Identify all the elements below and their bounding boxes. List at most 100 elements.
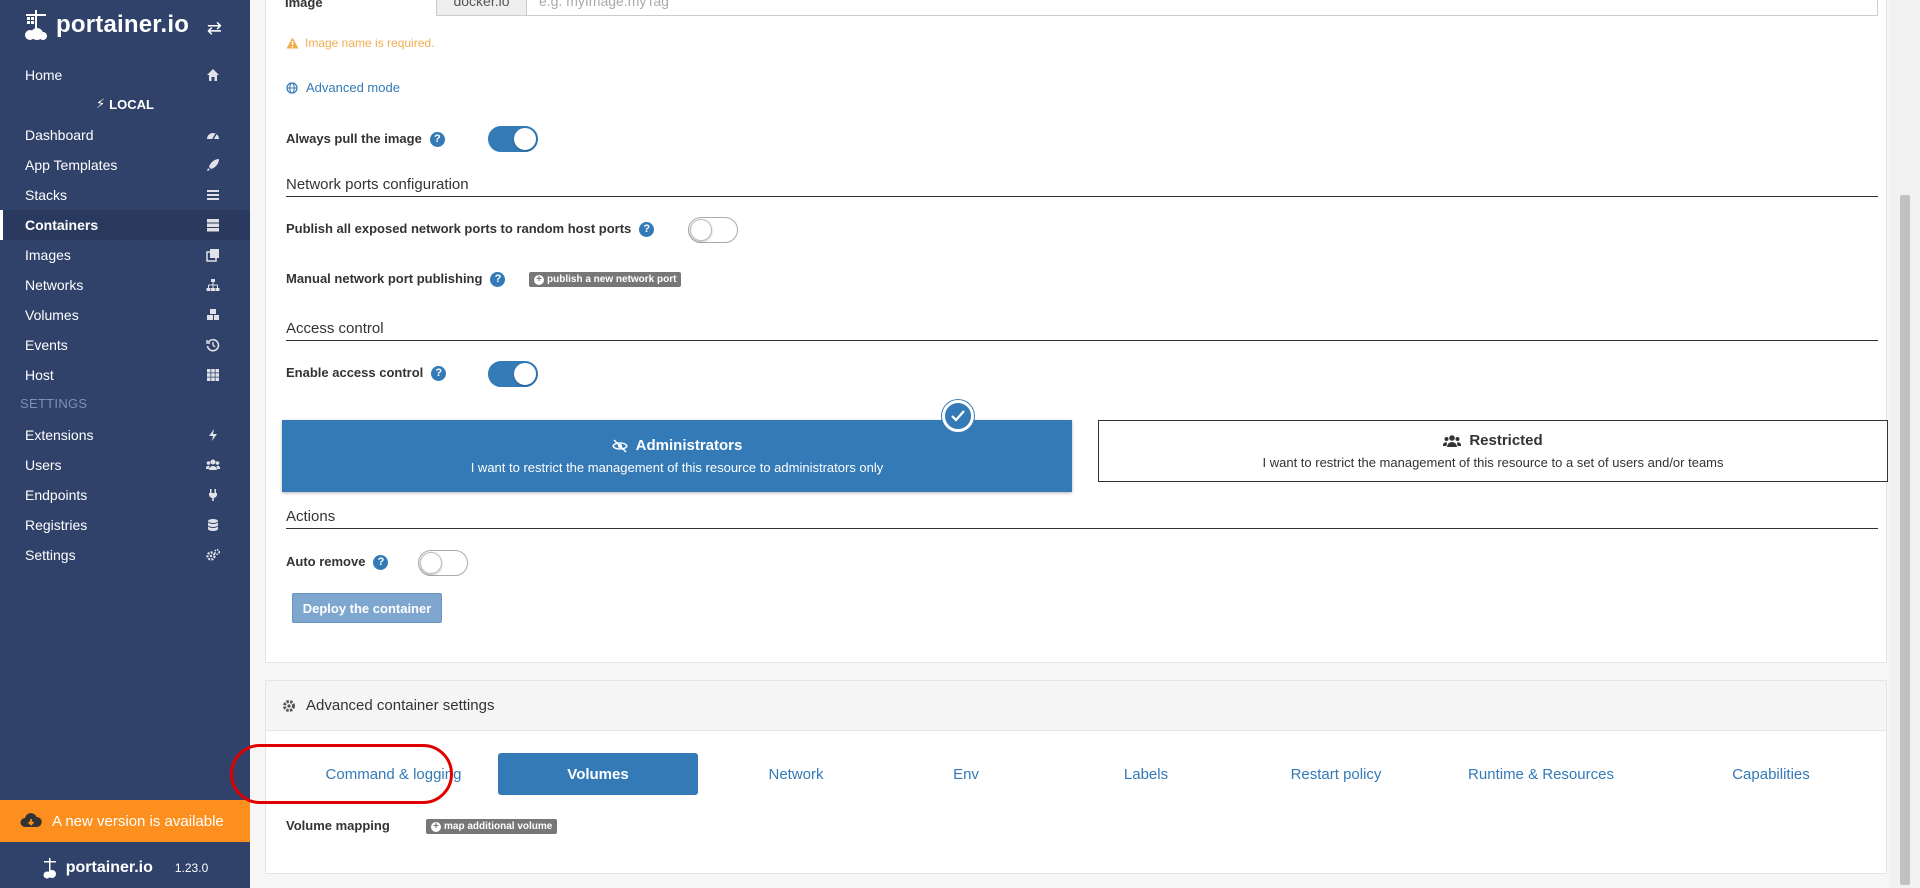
image-input-group: docker.io [436,0,1878,16]
manual-publish-label: Manual network port publishing? [286,271,506,288]
sidebar-item-extensions[interactable]: Extensions [0,420,250,450]
tab-volumes[interactable]: Volumes [498,753,698,795]
endpoint-heading: ⚡ LOCAL [96,96,154,112]
advanced-settings-header: Advanced container settings [266,681,1886,731]
registry-addon[interactable]: docker.io [437,0,527,15]
cubes-icon [207,309,219,320]
sitemap-icon [206,279,220,291]
tab-env[interactable]: Env [906,753,1026,795]
clone-icon [206,249,219,262]
plug-icon [209,489,217,501]
sidebar-item-home[interactable]: Home [0,60,250,90]
sidebar-item-containers[interactable]: Containers [0,210,250,240]
help-icon[interactable]: ? [373,555,389,571]
publish-all-label: Publish all exposed network ports to ran… [286,221,655,238]
new-version-banner[interactable]: A new version is available [0,800,250,842]
sidebar-item-settings[interactable]: Settings [0,540,250,570]
access-section-title: Access control [286,320,1878,341]
toggle-knob [690,219,712,241]
toggle-knob [514,128,536,150]
brand-name: portainer.io [56,11,190,38]
auto-remove-label: Auto remove? [286,554,389,571]
auto-remove-toggle[interactable] [418,550,468,576]
history-icon [206,338,220,352]
plus-circle-icon: + [534,274,544,285]
footer-brand: portainer.io 1.23.0 [0,853,250,883]
database-icon [208,519,218,531]
cloud-download-icon [20,813,42,827]
sidebar-item-stacks[interactable]: Stacks [0,180,250,210]
enable-access-toggle[interactable] [488,361,538,387]
help-icon[interactable]: ? [429,132,445,148]
toggle-knob [420,552,442,574]
eye-slash-icon [611,438,628,453]
tab-restart-policy[interactable]: Restart policy [1256,753,1416,795]
tab-command-logging[interactable]: Command & logging [306,753,481,795]
advanced-settings-panel: Advanced container settings Command & lo… [265,680,1887,874]
sidebar-item-host[interactable]: Host [0,360,250,390]
home-icon [207,69,219,81]
restricted-option[interactable]: Restricted I want to restrict the manage… [1098,420,1888,482]
plug-icon: ⚡ [96,96,106,111]
page-scrollbar[interactable] [1890,0,1920,888]
toggle-sidebar-icon[interactable]: ⇄ [207,18,222,39]
new-version-text: A new version is available [52,812,224,830]
map-additional-volume-button[interactable]: + map additional volume [426,819,558,834]
advanced-mode-link[interactable]: Advanced mode [286,80,400,95]
bolt-icon [209,429,217,441]
image-input[interactable] [527,0,1877,15]
sidebar-item-label: Settings [25,547,76,563]
help-icon[interactable]: ? [490,272,506,288]
tab-capabilities[interactable]: Capabilities [1696,753,1846,795]
enable-access-label: Enable access control? [286,365,447,382]
sidebar-item-endpoints[interactable]: Endpoints [0,480,250,510]
sidebar-item-images[interactable]: Images [0,240,250,270]
sidebar-item-events[interactable]: Events [0,330,250,360]
help-icon[interactable]: ? [639,222,655,238]
sidebar-item-label: Extensions [25,427,94,443]
administrators-title: Administrators [635,437,743,454]
dashboard-icon [207,133,219,140]
sidebar-item-app-templates[interactable]: App Templates [0,150,250,180]
deploy-container-button[interactable]: Deploy the container [292,593,442,623]
help-icon[interactable]: ? [431,366,447,382]
globe-icon [286,81,298,94]
sidebar-item-volumes[interactable]: Volumes [0,300,250,330]
portainer-logo-icon [25,10,47,40]
sidebar-item-label: Endpoints [25,487,88,503]
sidebar-item-registries[interactable]: Registries [0,510,250,540]
image-label: Image [285,0,323,10]
sidebar-item-label: App Templates [25,157,118,173]
publish-all-toggle[interactable] [688,217,738,243]
network-section-title: Network ports configuration [286,176,1878,197]
warning-icon [286,37,299,49]
sidebar-item-label: Volumes [25,307,79,323]
sidebar: portainer.io ⇄ Home ⚡ LOCAL Dashboard Ap… [0,0,250,888]
sidebar-item-label: Registries [25,517,88,533]
cogs-icon [206,549,220,561]
cog-icon [283,699,295,712]
actions-section-title: Actions [286,508,1878,529]
version-label: 1.23.0 [174,861,209,875]
sidebar-item-networks[interactable]: Networks [0,270,250,300]
scrollbar-thumb[interactable] [1900,195,1910,885]
always-pull-toggle[interactable] [488,126,538,152]
th-icon [207,369,219,381]
plus-circle-icon: + [431,821,441,832]
sidebar-item-label: Images [25,247,71,263]
tab-labels[interactable]: Labels [1076,753,1216,795]
sidebar-item-label: Home [25,67,63,83]
selected-check-icon [942,400,974,432]
publish-new-port-button[interactable]: + publish a new network port [529,272,682,287]
portainer-logo[interactable]: portainer.io [22,8,189,42]
tab-runtime-resources[interactable]: Runtime & Resources [1446,753,1636,795]
users-icon [1443,434,1462,447]
server-icon [207,219,219,232]
sidebar-item-users[interactable]: Users [0,450,250,480]
sidebar-item-dashboard[interactable]: Dashboard [0,120,250,150]
create-container-panel: Image docker.io Image name is required. … [265,0,1888,663]
portainer-logo-icon [43,858,56,879]
tab-network[interactable]: Network [726,753,866,795]
image-warning: Image name is required. [286,36,434,50]
users-icon [206,459,220,470]
